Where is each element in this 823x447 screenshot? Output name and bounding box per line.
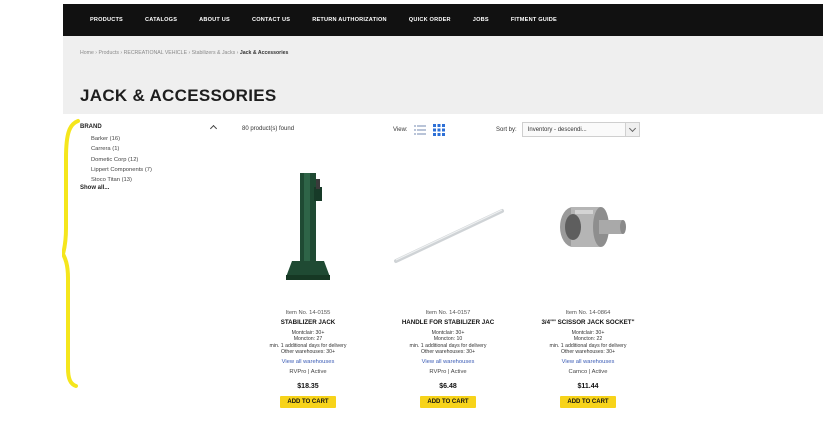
brand-status: RVPro | Active bbox=[429, 368, 467, 375]
nav-fitment-guide[interactable]: FITMENT GUIDE bbox=[511, 17, 557, 23]
brand-filter: BRAND Barker (16) Carrera (1) Dometic Co… bbox=[80, 123, 220, 191]
nav-catalogs[interactable]: CATALOGS bbox=[145, 17, 177, 23]
breadcrumb-recreational-vehicle[interactable]: RECREATIONAL VEHICLE bbox=[124, 50, 187, 56]
stabilizer-jack-image bbox=[286, 173, 330, 280]
results-count: 80 product(s) found bbox=[242, 126, 295, 132]
product-card: Item No. 14-0155 STABILIZER JACK Montcla… bbox=[238, 150, 378, 408]
sort-select[interactable]: Inventory - descendi... bbox=[521, 122, 640, 137]
top-navigation: PRODUCTS CATALOGS ABOUT US CONTACT US RE… bbox=[63, 4, 823, 36]
brand-option[interactable]: Carrera (1) bbox=[91, 144, 220, 154]
chevron-up-icon[interactable] bbox=[209, 124, 218, 133]
brand-option[interactable]: Dometic Corp (12) bbox=[91, 155, 220, 165]
breadcrumb: Home › Products › RECREATIONAL VEHICLE ›… bbox=[80, 50, 288, 56]
nav-quick-order[interactable]: QUICK ORDER bbox=[409, 17, 451, 23]
nav-jobs[interactable]: JOBS bbox=[473, 17, 489, 23]
product-grid: Item No. 14-0155 STABILIZER JACK Montcla… bbox=[238, 150, 658, 408]
delivery-note: min. 1 additional days for delivery bbox=[549, 342, 627, 349]
brand-status: Carnco | Active bbox=[568, 368, 608, 375]
stock-info: Montclair: 30+ Moncton: 10 min. 1 additi… bbox=[378, 330, 518, 356]
price: $11.44 bbox=[577, 382, 599, 390]
product-image[interactable] bbox=[518, 150, 658, 310]
sort-label: Sort by: bbox=[496, 126, 517, 133]
brand-filter-header[interactable]: BRAND bbox=[80, 123, 220, 133]
stock-montclair: Montclair: 30+ bbox=[291, 329, 325, 336]
brand-list: Barker (16) Carrera (1) Dometic Corp (12… bbox=[80, 134, 220, 185]
brand-option[interactable]: Lippert Components (7) bbox=[91, 165, 220, 175]
stock-montclair: Montclair: 30+ bbox=[571, 329, 605, 336]
add-to-cart-button[interactable]: ADD TO CART bbox=[420, 395, 476, 408]
view-label: View: bbox=[393, 127, 408, 133]
show-all-brands-link[interactable]: Show all... bbox=[80, 185, 220, 191]
view-all-warehouses-link[interactable]: View all warehouses bbox=[518, 359, 658, 365]
nav-return-authorization[interactable]: RETURN AUTHORIZATION bbox=[312, 17, 387, 23]
stock-info: Montclair: 30+ Moncton: 22 min. 1 additi… bbox=[518, 330, 658, 356]
nav-contact-us[interactable]: CONTACT US bbox=[252, 17, 290, 23]
page-title: JACK & ACCESSORIES bbox=[80, 86, 277, 105]
add-to-cart-button[interactable]: ADD TO CART bbox=[280, 395, 336, 408]
breadcrumb-current: Jack & Accessories bbox=[239, 50, 289, 56]
stock-other: Other warehouses: 30+ bbox=[560, 349, 616, 356]
breadcrumb-separator: › bbox=[188, 50, 191, 56]
product-image[interactable] bbox=[238, 150, 378, 310]
item-number: Item No. 14-0157 bbox=[425, 310, 471, 316]
product-card: Item No. 14-0864 3/4"" SCISSOR JACK SOCK… bbox=[518, 150, 658, 408]
grid-view-icon[interactable] bbox=[432, 124, 445, 136]
stock-other: Other warehouses: 30+ bbox=[280, 349, 336, 356]
nav-about-us[interactable]: ABOUT US bbox=[199, 17, 230, 23]
add-to-cart-button[interactable]: ADD TO CART bbox=[560, 395, 616, 408]
stock-moncton: Moncton: 27 bbox=[293, 336, 323, 343]
price: $6.48 bbox=[439, 382, 457, 390]
breadcrumb-home[interactable]: Home bbox=[80, 50, 94, 56]
stock-moncton: Moncton: 22 bbox=[573, 336, 603, 343]
brand-filter-title: BRAND bbox=[80, 124, 102, 130]
title-banner: Home › Products › RECREATIONAL VEHICLE ›… bbox=[63, 36, 823, 114]
stock-info: Montclair: 30+ Moncton: 27 min. 1 additi… bbox=[238, 330, 378, 356]
product-image[interactable] bbox=[378, 150, 518, 310]
item-number: Item No. 14-0155 bbox=[285, 310, 331, 316]
product-card: Item No. 14-0157 HANDLE FOR STABILIZER J… bbox=[378, 150, 518, 408]
item-number: Item No. 14-0864 bbox=[565, 310, 611, 316]
results-toolbar: 80 product(s) found View: Sort by: Inven… bbox=[242, 121, 652, 141]
stock-other: Other warehouses: 30+ bbox=[420, 349, 476, 356]
breadcrumb-separator: › bbox=[236, 50, 239, 56]
brand-option[interactable]: Stoco Titan (13) bbox=[91, 175, 220, 185]
chevron-down-icon[interactable] bbox=[624, 123, 639, 136]
scissor-jack-socket-image bbox=[560, 207, 626, 247]
annotation-bracket bbox=[62, 119, 80, 388]
stock-montclair: Montclair: 30+ bbox=[431, 329, 465, 336]
product-name[interactable]: HANDLE FOR STABILIZER JAC bbox=[378, 319, 518, 327]
price: $18.35 bbox=[297, 382, 319, 390]
delivery-note: min. 1 additional days for delivery bbox=[269, 342, 347, 349]
sort-value: Inventory - descendi... bbox=[527, 126, 587, 133]
view-all-warehouses-link[interactable]: View all warehouses bbox=[378, 359, 518, 365]
breadcrumb-separator: › bbox=[120, 50, 123, 56]
breadcrumb-stabilizers-jacks[interactable]: Stabilizers & Jacks bbox=[192, 50, 236, 56]
sort-control: Sort by: Inventory - descendi... bbox=[496, 122, 640, 137]
product-name[interactable]: 3/4"" SCISSOR JACK SOCKET" bbox=[518, 319, 658, 327]
view-all-warehouses-link[interactable]: View all warehouses bbox=[238, 359, 378, 365]
product-name[interactable]: STABILIZER JACK bbox=[238, 319, 378, 327]
breadcrumb-products[interactable]: Products bbox=[98, 50, 118, 56]
view-switcher: View: bbox=[393, 124, 452, 136]
stock-moncton: Moncton: 10 bbox=[433, 336, 463, 343]
delivery-note: min. 1 additional days for delivery bbox=[409, 342, 487, 349]
brand-option[interactable]: Barker (16) bbox=[91, 134, 220, 144]
stabilizer-handle-image bbox=[394, 209, 504, 263]
nav-products[interactable]: PRODUCTS bbox=[90, 17, 123, 23]
brand-status: RVPro | Active bbox=[289, 368, 327, 375]
list-view-icon[interactable] bbox=[413, 124, 426, 136]
breadcrumb-separator: › bbox=[95, 50, 98, 56]
